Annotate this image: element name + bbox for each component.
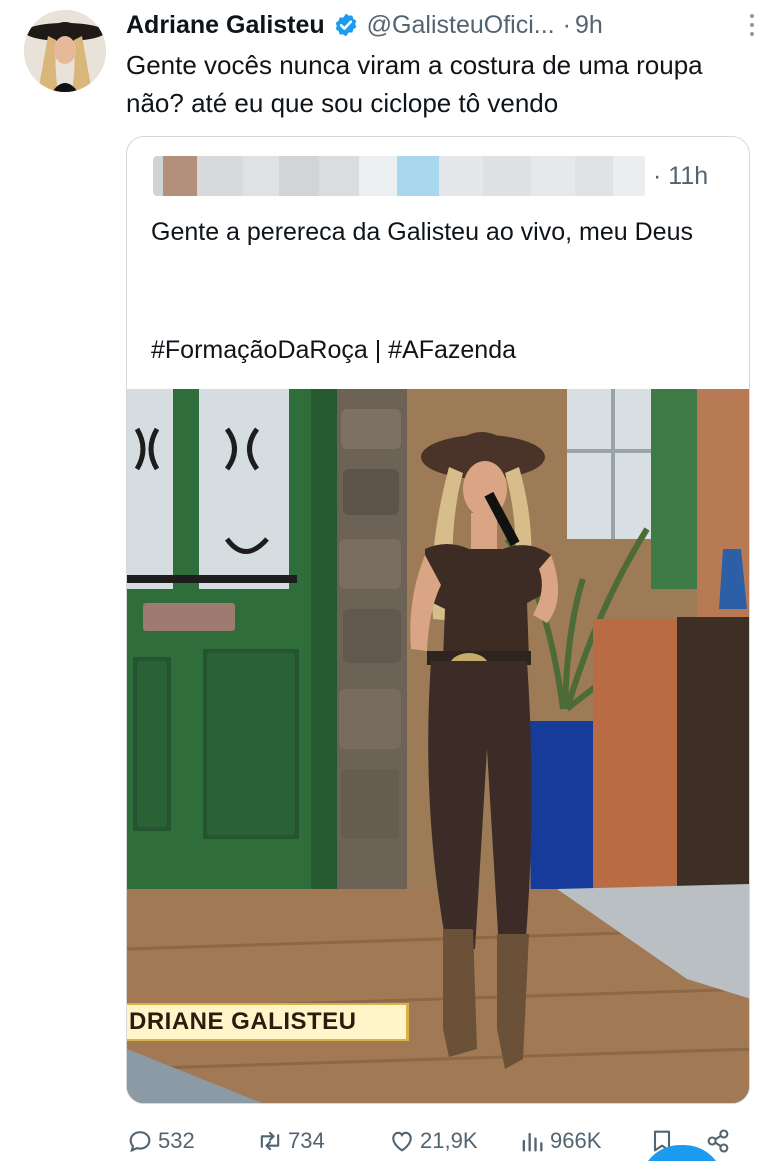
retweet-icon xyxy=(260,1131,280,1151)
like-count: 21,9K xyxy=(420,1128,478,1153)
reply-icon xyxy=(129,1131,151,1153)
author-handle[interactable]: @GalisteuOfici... xyxy=(367,11,555,40)
blurred-author xyxy=(153,156,645,196)
quoted-text: Gente a perereca da Galisteu ao vivo, me… xyxy=(151,218,693,246)
lower-third-caption: DRIANE GALISTEU xyxy=(127,1003,409,1041)
tweet-time[interactable]: 9h xyxy=(575,11,603,40)
quoted-tweet[interactable]: · 11h Gente a perereca da Galisteu ao vi… xyxy=(126,136,750,1104)
avatar[interactable] xyxy=(24,10,106,92)
reply-button[interactable]: 532 xyxy=(126,1122,195,1160)
quoted-time[interactable]: · 11h xyxy=(653,162,708,191)
views-button[interactable]: 966K xyxy=(518,1122,601,1160)
share-icon xyxy=(707,1129,729,1153)
separator-dot: · xyxy=(562,10,571,39)
quoted-hashtags[interactable]: #FormaçãoDaRoça | #AFazenda xyxy=(151,331,731,369)
author-name[interactable]: Adriane Galisteu xyxy=(126,11,325,40)
quoted-header: · 11h xyxy=(153,155,733,197)
tweet-text: Gente vocês nunca viram a costura de uma… xyxy=(126,50,703,118)
retweet-count: 734 xyxy=(288,1128,325,1153)
quoted-media-photo[interactable]: DRIANE GALISTEU xyxy=(127,389,749,1103)
views-chart-icon xyxy=(522,1132,543,1152)
verified-badge-icon[interactable] xyxy=(333,12,359,38)
tweet-header: Adriane Galisteu @GalisteuOfici... · 9h xyxy=(126,8,746,42)
retweet-button[interactable]: 734 xyxy=(256,1122,325,1160)
view-count: 966K xyxy=(550,1128,602,1153)
like-button[interactable]: 21,9K xyxy=(388,1122,478,1160)
reply-count: 532 xyxy=(158,1128,195,1153)
more-options-icon[interactable] xyxy=(748,14,756,36)
heart-icon xyxy=(392,1131,412,1152)
